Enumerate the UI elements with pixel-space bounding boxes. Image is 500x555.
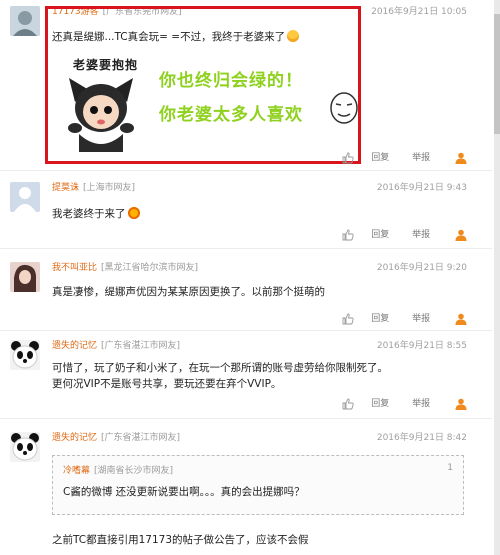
comment-timestamp: 2016年9月21日 10:05 [371, 7, 467, 17]
reply-button[interactable]: 回复 [371, 313, 389, 325]
comment-text: 我老婆终于来了 [52, 206, 140, 222]
avatar[interactable] [10, 182, 40, 212]
report-button[interactable]: 举报 [412, 398, 430, 410]
user-icon[interactable] [455, 229, 467, 241]
comment-username[interactable]: 我不叫亚比 [52, 263, 97, 273]
comment-text: 之前TC都直接引用17173的帖子做公告了，应该不会假 [52, 534, 309, 546]
quote-text: C酱的微博 还没更新说要出啊。。。真的会出提娜吗？ [63, 486, 305, 498]
comment-actions: 回复 举报 [342, 398, 467, 411]
comment-item: 遗失的记忆 [广东省湛江市网友] 2016年9月21日 8:55 可惜了，玩了奶子… [0, 334, 492, 419]
comment-timestamp: 2016年9月21日 9:43 [376, 183, 467, 193]
comment-location: [上海市网友] [83, 183, 136, 193]
quote-username[interactable]: 冷嗜幕 [63, 466, 90, 476]
comment-text-content: 我老婆终于来了 [52, 208, 126, 220]
comment-timestamp: 2016年9月21日 8:42 [376, 433, 467, 443]
comment-location: [广东省湛江市网友] [101, 341, 181, 351]
comment-actions: 回复 举报 [342, 229, 467, 242]
comment-location: [广东省湛江市网友] [101, 433, 181, 443]
thumbs-up-icon[interactable] [342, 398, 354, 410]
avatar[interactable] [10, 340, 40, 370]
comment-item: 17173游客 [广东省东莞市网友] 2016年9月21日 10:05 还真是缇娜… [0, 0, 492, 171]
comment-username[interactable]: 遗失的记忆 [52, 341, 97, 351]
reply-button[interactable]: 回复 [371, 398, 389, 410]
comment-actions: 回复 举报 [342, 313, 467, 326]
thumbs-up-icon[interactable] [342, 152, 354, 164]
report-button[interactable]: 举报 [412, 229, 430, 241]
quote-location: [湖南省长沙市网友] [94, 466, 174, 476]
user-icon[interactable] [455, 152, 467, 164]
avatar[interactable] [10, 6, 40, 36]
user-icon[interactable] [455, 313, 467, 325]
comment-timestamp: 2016年9月21日 9:20 [376, 263, 467, 273]
scrollbar-track[interactable] [494, 0, 500, 555]
highlight-box [45, 6, 361, 164]
user-icon[interactable] [455, 398, 467, 410]
thumbs-up-icon[interactable] [342, 229, 354, 241]
comment-actions: 回复 举报 [342, 152, 467, 165]
heart-eyes-emoji-icon [127, 207, 140, 219]
report-button[interactable]: 举报 [412, 152, 430, 164]
comment-text-line-1: 可惜了，玩了奶子和小米了，在玩一个那所谓的账号虚劳给你限制死了。 [52, 362, 388, 374]
quoted-comment: 冷嗜幕 [湖南省长沙市网友] 1 C酱的微博 还没更新说要出啊。。。真的会出提娜吗… [52, 455, 464, 515]
comment-item: 我不叫亚比 [黑龙江省哈尔滨市网友] 2016年9月21日 9:20 真是凄惨，缇… [0, 256, 492, 331]
comment-item: 遗失的记忆 [广东省湛江市网友] 2016年9月21日 8:42 冷嗜幕 [湖南省长… [0, 426, 492, 555]
avatar[interactable] [10, 262, 40, 292]
comment-username[interactable]: 提莫诛 [52, 183, 79, 193]
comment-text-line-2: 更何况VIP不是账号共享，要玩还要在弃个VVIP。 [52, 378, 282, 390]
reply-button[interactable]: 回复 [371, 152, 389, 164]
thumbs-up-icon[interactable] [342, 313, 354, 325]
quote-floor-number: 1 [447, 463, 453, 473]
scrollbar-thumb[interactable] [494, 14, 500, 134]
reply-button[interactable]: 回复 [371, 229, 389, 241]
comment-location: [黑龙江省哈尔滨市网友] [101, 263, 199, 273]
comment-timestamp: 2016年9月21日 8:55 [376, 341, 467, 351]
avatar[interactable] [10, 432, 40, 462]
comment-item: 提莫诛 [上海市网友] 2016年9月21日 9:43 我老婆终于来了 回复 举报 [0, 176, 492, 249]
comment-text: 真是凄惨，缇娜声优因为某某原因更换了。以前那个挺萌的 [52, 286, 325, 298]
comment-username[interactable]: 遗失的记忆 [52, 433, 97, 443]
report-button[interactable]: 举报 [412, 313, 430, 325]
